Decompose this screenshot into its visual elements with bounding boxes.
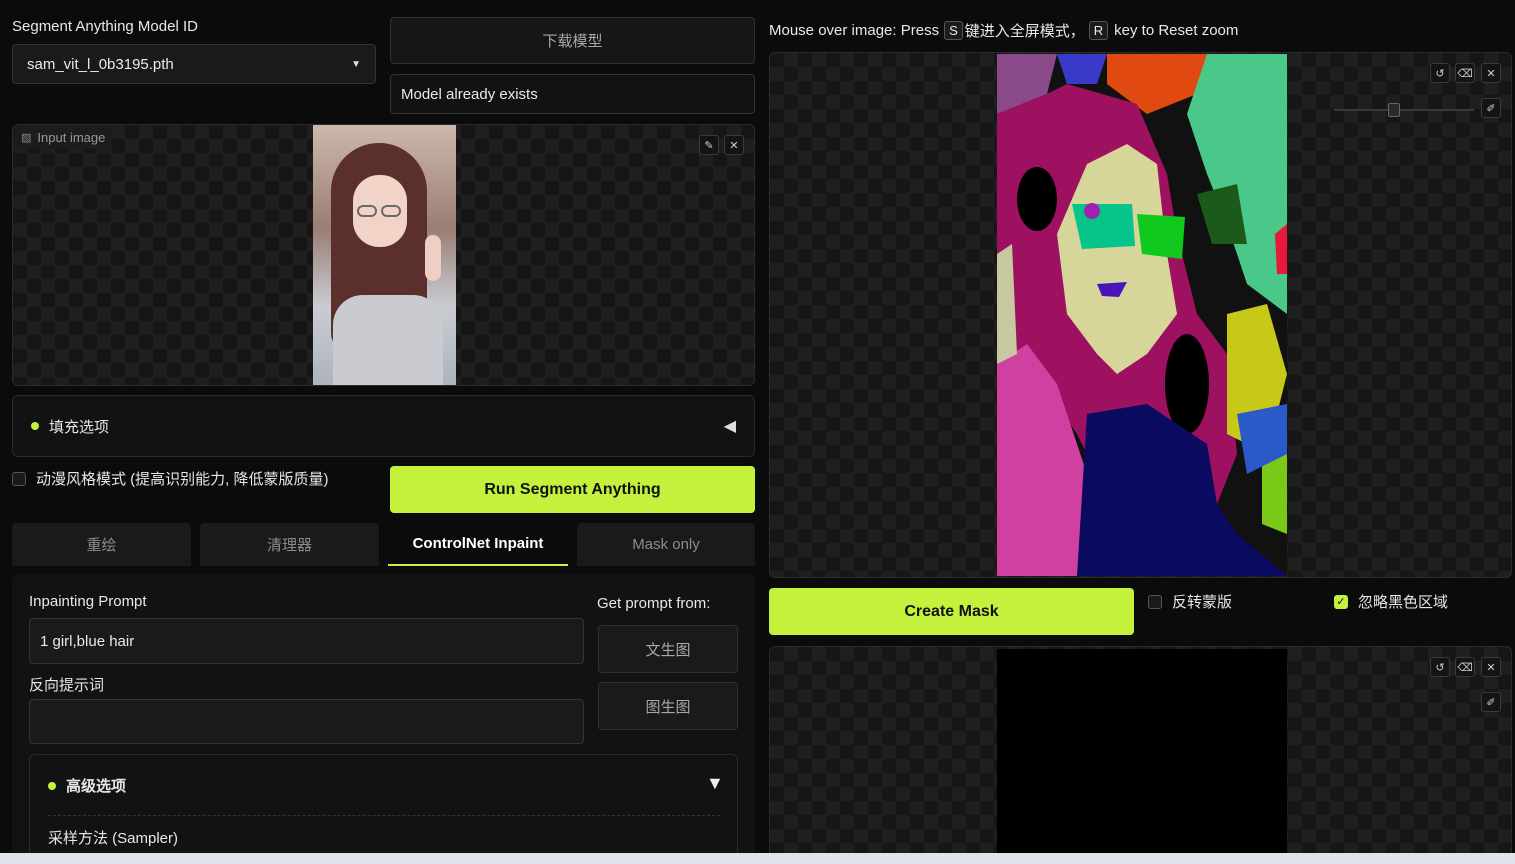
undo-icon[interactable]: ↺ <box>1430 657 1450 677</box>
advanced-options-header[interactable]: 高级选项 <box>48 775 126 796</box>
advanced-options-label: 高级选项 <box>66 778 127 795</box>
download-model-button[interactable]: 下载模型 <box>390 17 755 64</box>
tab-cleaner[interactable]: 清理器 <box>200 523 379 566</box>
inpaint-panel: Inpainting Prompt 1 girl,blue hair 反向提示词… <box>12 574 755 864</box>
advanced-options-accordion[interactable]: 高级选项 ▼ 采样方法 (Sampler) <box>29 754 738 864</box>
ignore-black-label: 忽略黑色区域 <box>1358 594 1449 611</box>
collapse-arrow-icon: ◀ <box>723 418 736 435</box>
sampler-label: 采样方法 (Sampler) <box>48 830 179 847</box>
expand-arrow-icon: ▼ <box>706 773 724 793</box>
undo-icon[interactable]: ↺ <box>1430 63 1450 83</box>
input-image-panel[interactable]: ▨ Input image ✎ ✕ <box>12 124 755 386</box>
brush-icon[interactable]: ✐ <box>1481 98 1501 118</box>
img2img-button[interactable]: 图生图 <box>598 682 738 730</box>
close-icon[interactable]: ✕ <box>724 135 744 155</box>
portrait-photo <box>313 125 456 385</box>
model-id-label: Segment Anything Model ID <box>12 18 198 35</box>
invert-mask-checkbox[interactable] <box>1148 594 1162 609</box>
model-id-dropdown[interactable]: sam_vit_l_0b3195.pth ▼ <box>12 44 376 84</box>
fill-options-accordion[interactable]: 填充选项 ◀ <box>12 395 755 457</box>
slider-handle[interactable] <box>1388 103 1400 117</box>
edit-pencil-icon[interactable]: ✎ <box>699 135 719 155</box>
image-icon: ▨ <box>21 131 32 144</box>
negative-prompt-input[interactable] <box>29 699 584 744</box>
segmentation-image <box>997 54 1287 576</box>
brush-size-slider[interactable] <box>1334 103 1474 117</box>
hint-prefix: Mouse over image: Press <box>769 22 940 39</box>
segmentation-canvas[interactable]: ↺ ⌫ ✕ ✐ <box>769 52 1512 578</box>
run-segment-anything-button[interactable]: Run Segment Anything <box>390 466 755 513</box>
anime-mode-label: 动漫风格模式 (提高识别能力, 降低蒙版质量) <box>36 471 329 488</box>
invert-mask-label: 反转蒙版 <box>1172 594 1233 611</box>
input-image-label: Input image <box>37 129 106 145</box>
brush-icon[interactable]: ✐ <box>1481 692 1501 712</box>
mask-image <box>997 649 1287 863</box>
hint-suffix: key to Reset zoom <box>1114 22 1239 39</box>
status-dot-icon <box>31 422 39 430</box>
model-id-value: sam_vit_l_0b3195.pth <box>27 55 174 73</box>
divider <box>48 815 720 816</box>
anime-mode-option[interactable]: 动漫风格模式 (提高识别能力, 降低蒙版质量) <box>12 468 329 489</box>
input-image-tag: ▨ Input image <box>13 125 114 149</box>
get-prompt-from-label: Get prompt from: <box>597 595 711 612</box>
close-icon[interactable]: ✕ <box>1481 657 1501 677</box>
model-status-box: Model already exists <box>390 74 755 114</box>
ignore-black-option[interactable]: ✓ 忽略黑色区域 <box>1334 591 1448 612</box>
tab-redraw[interactable]: 重绘 <box>12 523 191 566</box>
hint-middle: 键进入全屏模式， <box>964 23 1085 40</box>
status-dot-icon <box>48 781 56 790</box>
fill-options-label: 填充选项 <box>49 418 110 436</box>
mask-canvas[interactable]: ↺ ⌫ ✕ ✐ <box>769 646 1512 864</box>
ignore-black-checkbox[interactable]: ✓ <box>1334 594 1348 609</box>
invert-mask-option[interactable]: 反转蒙版 <box>1148 591 1232 612</box>
inpainting-prompt-input[interactable]: 1 girl,blue hair <box>29 618 584 664</box>
eraser-icon[interactable]: ⌫ <box>1455 63 1475 83</box>
window-bottom-edge <box>0 853 1515 864</box>
tab-mask-only[interactable]: Mask only <box>577 523 755 566</box>
hint-key-r: R <box>1088 21 1109 40</box>
negative-prompt-label: 反向提示词 <box>29 677 105 694</box>
inpainting-prompt-label: Inpainting Prompt <box>29 593 147 610</box>
model-status-text: Model already exists <box>401 85 538 103</box>
create-mask-button[interactable]: Create Mask <box>769 588 1134 635</box>
chevron-down-icon: ▼ <box>351 58 361 70</box>
tab-controlnet-inpaint[interactable]: ControlNet Inpaint <box>388 523 568 566</box>
hint-key-s: S <box>944 21 963 40</box>
zoom-hint: Mouse over image: Press S 键进入全屏模式， R key… <box>769 20 1238 41</box>
txt2img-button[interactable]: 文生图 <box>598 625 738 673</box>
anime-mode-checkbox[interactable] <box>12 471 26 486</box>
close-icon[interactable]: ✕ <box>1481 63 1501 83</box>
eraser-icon[interactable]: ⌫ <box>1455 657 1475 677</box>
inpainting-prompt-value: 1 girl,blue hair <box>40 632 135 650</box>
